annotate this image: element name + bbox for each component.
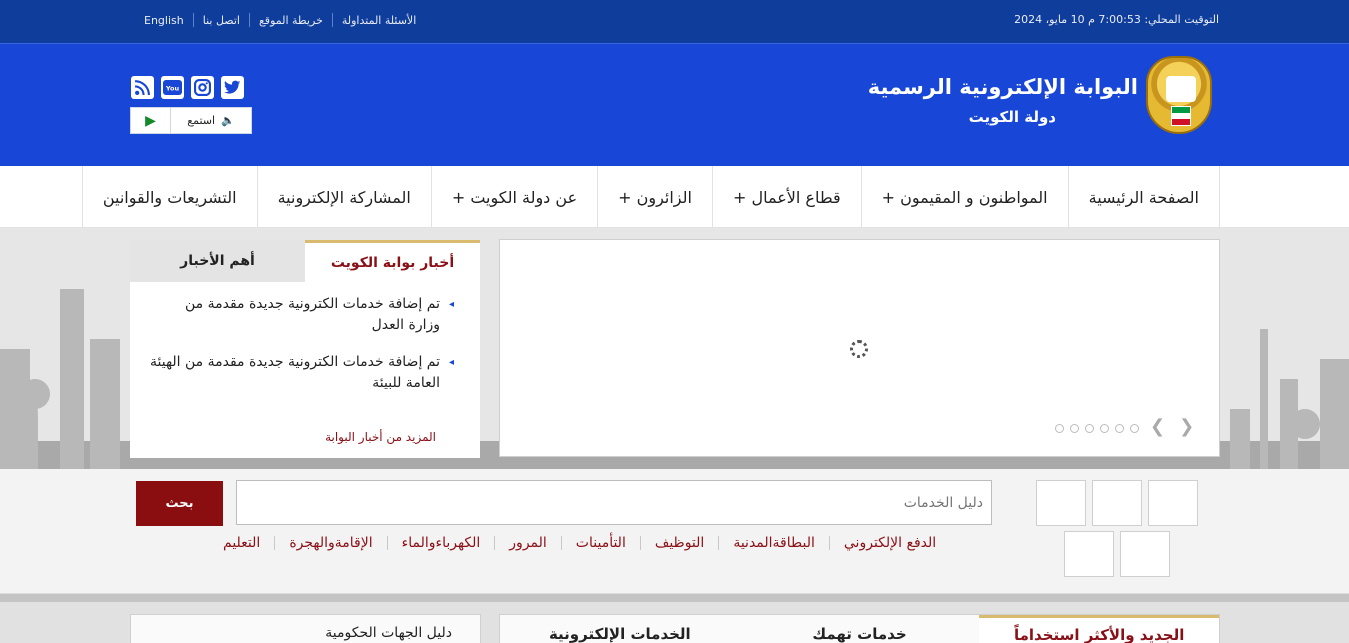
chevron-right-icon[interactable]: ❯ [1179,416,1194,437]
skyline-right-image [1220,269,1349,469]
nav-item-citizens[interactable]: المواطنون و المقيمون + [860,166,1068,228]
youtube-icon[interactable]: You [161,76,184,99]
local-time: التوقيت المحلي: 7:00:53 م 10 مايو، 2024 [1014,13,1219,26]
quick-link-traffic[interactable]: المرور [495,535,561,551]
social-links: You [131,76,244,99]
tab-portal-news[interactable]: أخبار بوابة الكويت [305,240,480,282]
gov-entities-title[interactable]: دليل الجهات الحكومية [325,625,452,641]
tile[interactable] [1092,480,1142,526]
tab-new-most-used[interactable]: الجديد والأكثر استخداماً [979,615,1219,643]
nav-item-legislation[interactable]: التشريعات والقوانين [81,166,257,228]
tab-top-news[interactable]: أهم الأخبار [130,240,305,282]
nav-item-e-participation[interactable]: المشاركة الإلكترونية [256,166,431,228]
svg-text:You: You [165,85,180,93]
services-tabs: الجديد والأكثر استخداماً خدمات تهمك الخد… [499,614,1220,643]
divider [331,13,333,27]
quick-link-insurance[interactable]: التأمينات [562,535,640,551]
slide-dot[interactable] [1100,424,1109,433]
hero-section: ❮ ❯ أخبار بوابة الكويت أهم الأخبار تم إض… [0,228,1349,469]
quick-link-employment[interactable]: التوظيف [641,535,718,551]
play-icon[interactable]: ▶ [131,108,171,133]
quick-link-residency[interactable]: الإقامةوالهجرة [275,535,386,551]
slide-dot[interactable] [1085,424,1094,433]
nav-item-home[interactable]: الصفحة الرئيسية [1067,166,1220,228]
tile[interactable] [1064,531,1114,577]
site-header: البوابة الإلكترونية الرسمية دولة الكويت … [0,43,1349,166]
more-news-link[interactable]: المزيد من أخبار البوابة [325,430,436,444]
divider [494,536,496,550]
image-slider[interactable]: ❮ ❯ [499,239,1220,457]
nav-item-about-kuwait[interactable]: عن دولة الكويت + [430,166,597,228]
slider-pagination [1055,424,1139,433]
rss-icon[interactable] [131,76,154,99]
slide-dot[interactable] [1070,424,1079,433]
quick-links: الدفع الإلكتروني البطاقةالمدنية التوظيف … [209,535,950,551]
nav-item-business[interactable]: قطاع الأعمال + [711,166,861,228]
twitter-icon[interactable] [221,76,244,99]
main-nav: الصفحة الرئيسية المواطنون و المقيمون + ق… [0,166,1349,228]
site-subtitle: دولة الكويت [968,108,1056,126]
quick-link-electricity-water[interactable]: الكهرباءوالماء [388,535,495,551]
chevron-left-icon[interactable]: ❮ [1150,416,1165,437]
sitemap-link[interactable]: خريطة الموقع [250,14,332,27]
gov-entities-panel: دليل الجهات الحكومية [130,614,481,643]
slider-arrows: ❮ ❯ [1150,416,1194,437]
services-search-section: بحث الدفع الإلكتروني البطاقةالمدنية التو… [0,469,1349,594]
news-item[interactable]: تم إضافة خدمات الكترونية جديدة مقدمة من … [150,294,454,336]
divider [274,536,276,550]
instagram-icon[interactable] [191,76,214,99]
tab-services-for-you[interactable]: خدمات تهمك [740,615,980,643]
bottom-section: دليل الجهات الحكومية الجديد والأكثر استخ… [0,594,1349,643]
loading-icon [850,340,868,358]
slide-dot[interactable] [1130,424,1139,433]
news-panel: أخبار بوابة الكويت أهم الأخبار تم إضافة … [130,240,480,458]
listen-label: استمع [187,114,216,127]
kuwait-emblem-logo[interactable] [1146,56,1212,134]
divider [386,536,388,550]
skyline-left-image [0,269,140,469]
tab-e-services[interactable]: الخدمات الإلكترونية [500,615,740,643]
tile[interactable] [1036,480,1086,526]
english-link[interactable]: English [135,14,193,27]
slide-dot[interactable] [1115,424,1124,433]
top-links: الأسئلة المتداولة خريطة الموقع اتصل بنا … [135,13,425,27]
listen-button[interactable]: استمع 🔈 [171,108,251,133]
divider [639,536,641,550]
divider [828,536,830,550]
divider [248,13,250,27]
quick-link-civil-id[interactable]: البطاقةالمدنية [719,535,829,551]
section-divider [0,594,1349,602]
divider [560,536,562,550]
services-search-input[interactable] [236,480,992,525]
quick-link-e-payment[interactable]: الدفع الإلكتروني [830,535,950,551]
divider [718,536,720,550]
contact-link[interactable]: اتصل بنا [194,14,249,27]
quick-link-education[interactable]: التعليم [209,535,274,551]
emblem-flag [1171,106,1191,126]
top-bar: التوقيت المحلي: 7:00:53 م 10 مايو، 2024 … [0,0,1349,43]
tile[interactable] [1148,480,1198,526]
slide-dot[interactable] [1055,424,1064,433]
faq-link[interactable]: الأسئلة المتداولة [333,14,425,27]
news-tabs: أخبار بوابة الكويت أهم الأخبار [130,240,480,282]
news-item[interactable]: تم إضافة خدمات الكترونية جديدة مقدمة من … [150,352,454,394]
site-title: البوابة الإلكترونية الرسمية [867,75,1138,99]
nav-item-visitors[interactable]: الزائرون + [597,166,712,228]
emblem-ship [1166,76,1196,102]
tile[interactable] [1120,531,1170,577]
speaker-icon: 🔈 [221,114,235,127]
listen-widget[interactable]: ▶ استمع 🔈 [130,107,252,134]
search-button[interactable]: بحث [136,481,223,526]
divider [192,13,194,27]
